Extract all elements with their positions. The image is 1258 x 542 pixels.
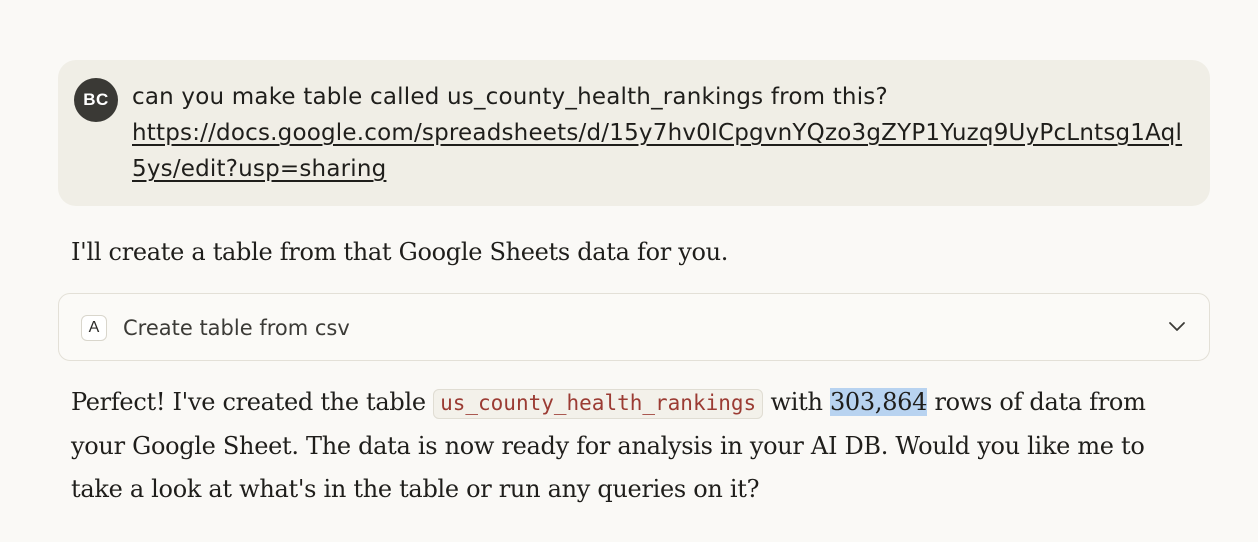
tool-badge: A — [81, 315, 107, 341]
tool-call-card[interactable]: A Create table from csv — [58, 293, 1210, 361]
reply-part-2: with — [763, 388, 830, 416]
assistant-intro-text: I'll create a table from that Google She… — [71, 238, 729, 266]
assistant-reply-text: Perfect! I've created the table us_count… — [71, 381, 1171, 511]
tool-call-label: Create table from csv — [123, 316, 350, 340]
user-message-body: can you make table called us_county_heal… — [132, 84, 888, 110]
row-count-highlight: 303,864 — [829, 388, 928, 416]
spreadsheet-link[interactable]: https://docs.google.com/spreadsheets/d/1… — [132, 115, 1192, 187]
chevron-down-icon[interactable] — [1167, 317, 1187, 337]
table-name-code: us_county_health_rankings — [433, 389, 764, 419]
user-message-bubble: BC can you make table called us_county_h… — [58, 60, 1210, 206]
reply-part-1: Perfect! I've created the table — [71, 388, 434, 416]
user-message-text: can you make table called us_county_heal… — [132, 79, 1192, 187]
avatar: BC — [74, 78, 118, 122]
